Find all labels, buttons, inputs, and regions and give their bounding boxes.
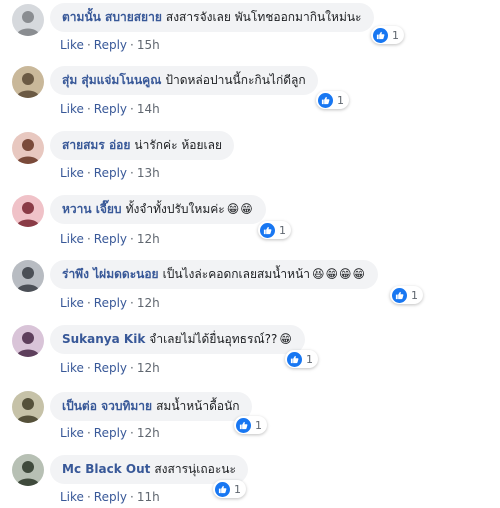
comment-text: ป้าดหล่อปานนี้กะกินไก่ดีลูก bbox=[165, 73, 306, 87]
comment-text: ทั้งจำทั้งปรับใหมค่ะ bbox=[125, 202, 225, 216]
comment-timestamp[interactable]: 12h bbox=[137, 361, 160, 375]
avatar[interactable] bbox=[12, 195, 44, 227]
comment-timestamp[interactable]: 11h bbox=[137, 490, 160, 504]
reaction-count: 1 bbox=[392, 28, 399, 42]
reply-link[interactable]: Reply bbox=[94, 38, 127, 52]
comment-author[interactable]: ตามนั้น สบายสยาย bbox=[62, 10, 162, 24]
comment-bubble: Sukanya Kik จำเลยไม่ได้ยื่นอุทธรณ์?? 😁 bbox=[50, 325, 305, 354]
reaction-badge[interactable]: 1 bbox=[371, 26, 404, 44]
emoji-grin: 😁😁 bbox=[226, 202, 254, 216]
comment-bubble: ตามนั้น สบายสยาย สงสารจังเลย พันโทชออกมาก… bbox=[50, 3, 374, 32]
avatar[interactable] bbox=[12, 66, 44, 98]
comment-text: สมน้ำหน้าดื้อนัก bbox=[156, 399, 240, 413]
comment-bubble: เป็นต่อ จวบทิมาย สมน้ำหน้าดื้อนัก bbox=[50, 392, 252, 421]
like-link[interactable]: Like bbox=[60, 166, 84, 180]
comment-actions: Like · Reply · 12h bbox=[60, 232, 160, 246]
reply-link[interactable]: Reply bbox=[94, 426, 127, 440]
like-link[interactable]: Like bbox=[60, 490, 84, 504]
reaction-badge[interactable]: 1 bbox=[234, 416, 267, 434]
comment-text: จำเลยไม่ได้ยื่นอุทธรณ์?? bbox=[149, 332, 278, 346]
like-thumbs-up-icon bbox=[236, 417, 251, 433]
like-thumbs-up-icon bbox=[287, 351, 302, 367]
comment-author[interactable]: เป็นต่อ จวบทิมาย bbox=[62, 399, 152, 413]
comment-bubble: ร่าพึง ไผ่มดดะนอย เป็นไงล่ะคอดกเลยสมน้ำหน… bbox=[50, 260, 379, 289]
comment-actions: Like · Reply · 13h bbox=[60, 166, 160, 180]
avatar[interactable] bbox=[12, 260, 44, 292]
reaction-badge[interactable]: 1 bbox=[316, 91, 349, 109]
comment-actions: Like · Reply · 14h bbox=[60, 102, 160, 116]
reaction-badge[interactable]: 1 bbox=[213, 480, 246, 498]
reply-link[interactable]: Reply bbox=[94, 361, 127, 375]
emoji-grin: 😆😁😁😁 bbox=[312, 267, 367, 281]
comment-actions: Like · Reply · 12h bbox=[60, 426, 160, 440]
comment-timestamp[interactable]: 13h bbox=[137, 166, 160, 180]
like-thumbs-up-icon bbox=[215, 481, 230, 497]
comment-actions: Like · Reply · 11h bbox=[60, 490, 160, 504]
like-thumbs-up-icon bbox=[260, 222, 275, 238]
reply-link[interactable]: Reply bbox=[94, 296, 127, 310]
reaction-badge[interactable]: 1 bbox=[285, 350, 318, 368]
avatar[interactable] bbox=[12, 454, 44, 486]
comment-text: เป็นไงล่ะคอดกเลยสมน้ำหน้า bbox=[162, 267, 311, 281]
comment-text: สงสารนุ่เถอะนะ bbox=[154, 462, 236, 476]
like-thumbs-up-icon bbox=[373, 27, 388, 43]
like-thumbs-up-icon bbox=[318, 92, 333, 108]
comment-timestamp[interactable]: 12h bbox=[137, 232, 160, 246]
reaction-count: 1 bbox=[337, 93, 344, 107]
comment-author[interactable]: Sukanya Kik bbox=[62, 332, 145, 346]
reaction-count: 1 bbox=[234, 482, 241, 496]
comment-actions: Like · Reply · 12h bbox=[60, 361, 160, 375]
like-thumbs-up-icon bbox=[392, 287, 407, 303]
like-link[interactable]: Like bbox=[60, 102, 84, 116]
avatar[interactable] bbox=[12, 4, 44, 36]
comment-text: สงสารจังเลย พันโทชออกมากินใหม่นะ bbox=[165, 10, 362, 24]
reply-link[interactable]: Reply bbox=[94, 166, 127, 180]
reply-link[interactable]: Reply bbox=[94, 232, 127, 246]
comment-bubble: สายสมร อ่อย น่ารักค่ะ ห้อยเลย bbox=[50, 131, 234, 160]
comment-author[interactable]: สุ่ม สุ่มแจ่มโนนคูณ bbox=[62, 73, 161, 87]
comment-actions: Like · Reply · 15h bbox=[60, 38, 160, 52]
emoji-grin: 😁 bbox=[279, 332, 293, 346]
comment-timestamp[interactable]: 12h bbox=[137, 296, 160, 310]
like-link[interactable]: Like bbox=[60, 361, 84, 375]
reply-link[interactable]: Reply bbox=[94, 490, 127, 504]
comment-author[interactable]: ร่าพึง ไผ่มดดะนอย bbox=[62, 267, 159, 281]
reaction-count: 1 bbox=[306, 352, 313, 366]
like-link[interactable]: Like bbox=[60, 232, 84, 246]
reaction-badge[interactable]: 1 bbox=[258, 221, 291, 239]
comment-text: น่ารักค่ะ ห้อยเลย bbox=[134, 138, 222, 152]
comment-author[interactable]: สายสมร อ่อย bbox=[62, 138, 130, 152]
avatar[interactable] bbox=[12, 325, 44, 357]
like-link[interactable]: Like bbox=[60, 296, 84, 310]
like-link[interactable]: Like bbox=[60, 38, 84, 52]
comment-timestamp[interactable]: 12h bbox=[137, 426, 160, 440]
reaction-count: 1 bbox=[255, 418, 262, 432]
comment-timestamp[interactable]: 14h bbox=[137, 102, 160, 116]
reply-link[interactable]: Reply bbox=[94, 102, 127, 116]
comment-author[interactable]: Mc Black Out bbox=[62, 462, 150, 476]
reaction-count: 1 bbox=[411, 288, 418, 302]
comment-author[interactable]: หวาน เจี๊ยบ bbox=[62, 202, 122, 216]
like-link[interactable]: Like bbox=[60, 426, 84, 440]
reaction-count: 1 bbox=[279, 223, 286, 237]
reaction-badge[interactable]: 1 bbox=[390, 286, 423, 304]
comment-timestamp[interactable]: 15h bbox=[137, 38, 160, 52]
comment-bubble: สุ่ม สุ่มแจ่มโนนคูณ ป้าดหล่อปานนี้กะกินไก… bbox=[50, 66, 318, 95]
avatar[interactable] bbox=[12, 132, 44, 164]
comment-actions: Like · Reply · 12h bbox=[60, 296, 160, 310]
comment-bubble: หวาน เจี๊ยบ ทั้งจำทั้งปรับใหมค่ะ 😁😁 bbox=[50, 195, 266, 224]
avatar[interactable] bbox=[12, 391, 44, 423]
